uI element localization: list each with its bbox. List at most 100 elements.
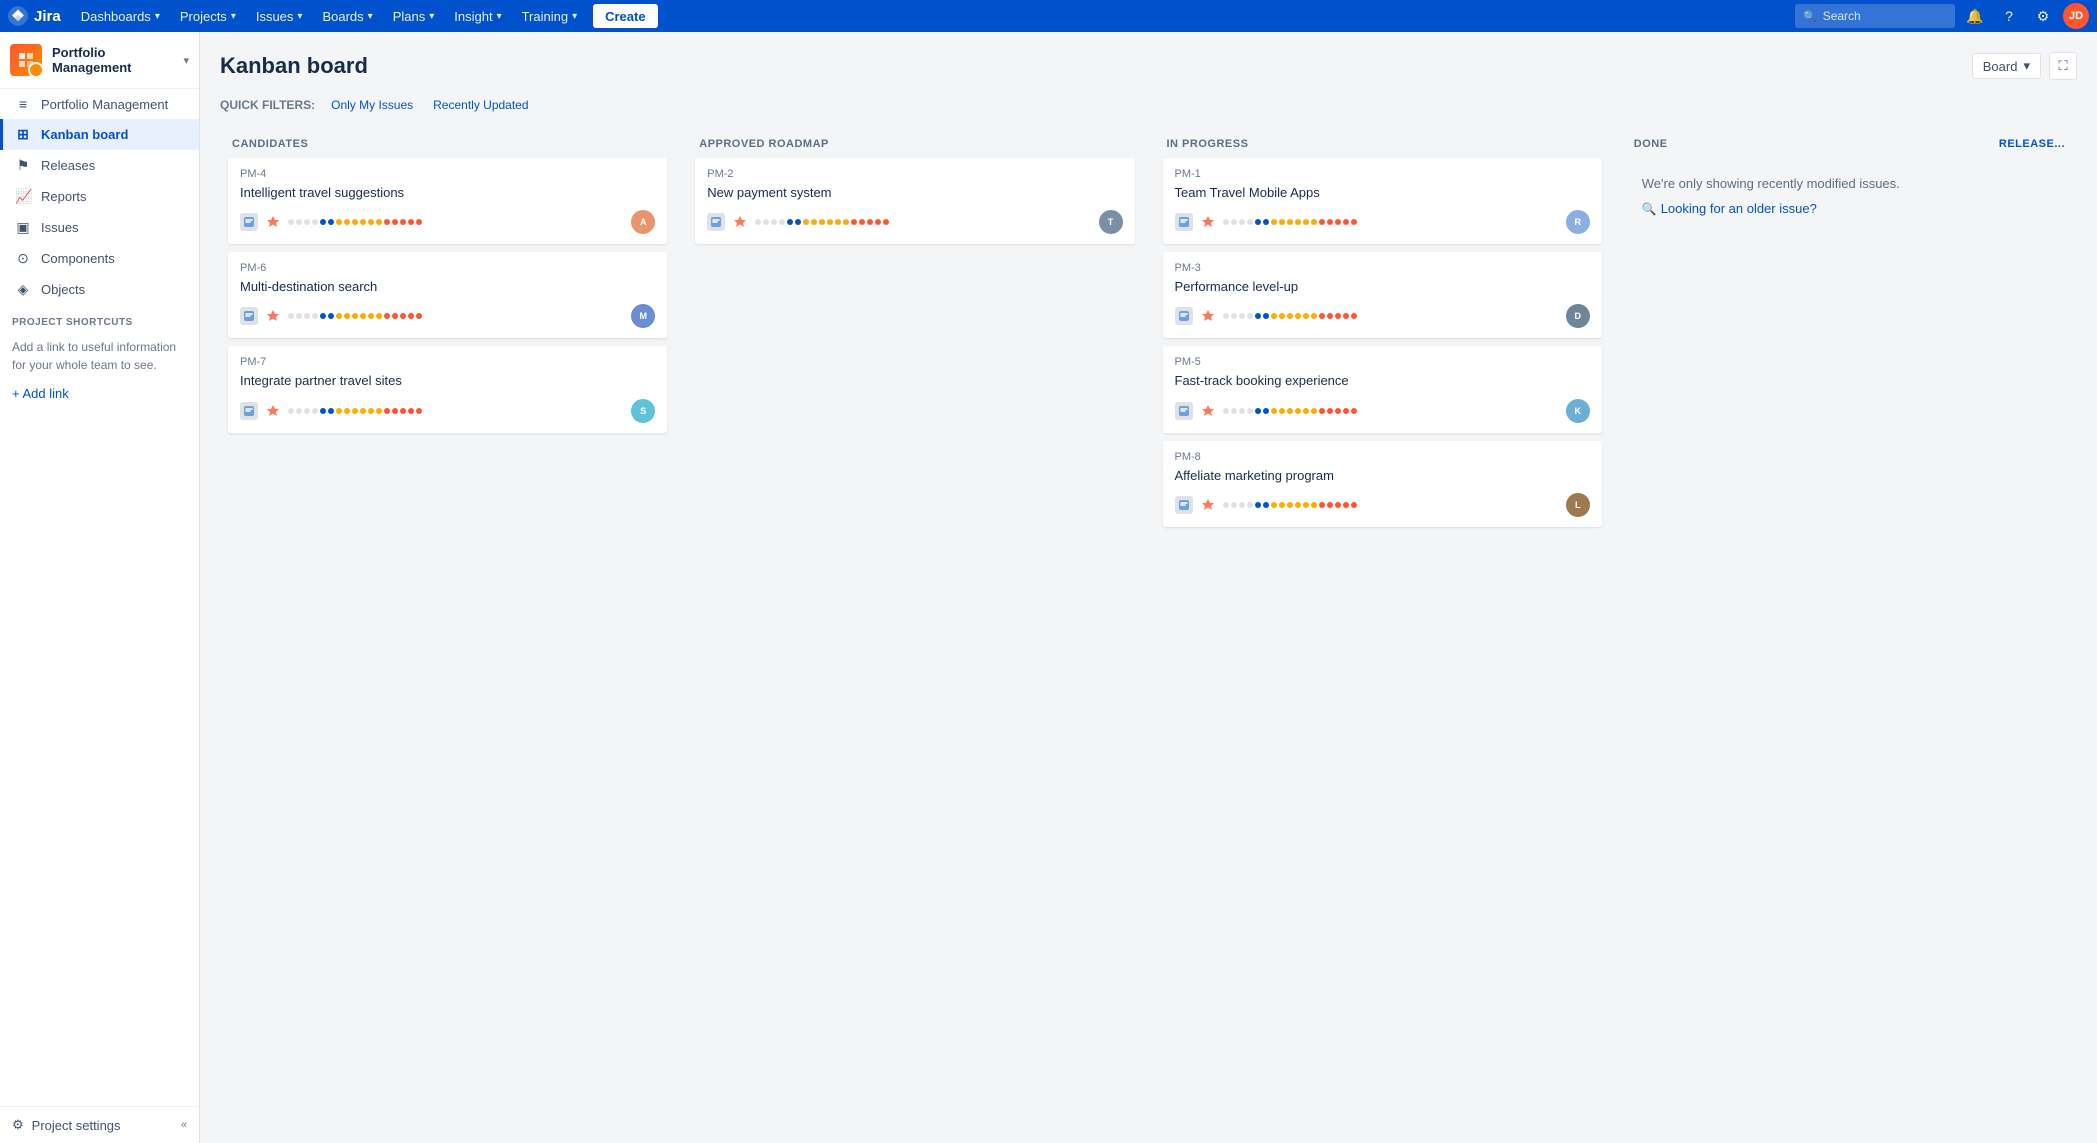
column-header-candidates: CANDIDATES — [220, 130, 675, 158]
card-id: PM-7 — [240, 356, 655, 368]
settings-icon: ⚙ — [12, 1117, 24, 1133]
card-avatar: L — [1566, 493, 1590, 517]
priority-icon — [264, 402, 282, 420]
kanban-card[interactable]: PM-8 Affeliate marketing program L — [1163, 441, 1602, 527]
card-meta — [1175, 402, 1217, 420]
card-id: PM-8 — [1175, 451, 1590, 463]
card-avatar: D — [1566, 304, 1590, 328]
release-link[interactable]: Release... — [1999, 138, 2065, 150]
sidebar-item-issues[interactable]: ▣ Issues — [0, 212, 199, 243]
quick-filters-label: QUICK FILTERS: — [220, 98, 315, 112]
topnav-insight[interactable]: Insight ▾ — [446, 0, 509, 32]
project-settings-button[interactable]: ⚙ Project settings « — [0, 1106, 199, 1143]
card-title: Fast-track booking experience — [1175, 372, 1590, 390]
collapse-icon: « — [181, 1119, 187, 1131]
column-body-in_progress: PM-1 Team Travel Mobile Apps R — [1155, 158, 1610, 535]
sidebar-item-components[interactable]: ⊙ Components — [0, 243, 199, 274]
card-id: PM-1 — [1175, 168, 1590, 180]
topnav-right: 🔍 Search 🔔 ? ⚙ JD — [1795, 2, 2089, 30]
card-avatar: T — [1099, 210, 1123, 234]
story-icon — [240, 402, 258, 420]
filter-only-my-issues[interactable]: Only My Issues — [327, 96, 417, 114]
card-meta — [240, 213, 282, 231]
kanban-card[interactable]: PM-5 Fast-track booking experience K — [1163, 346, 1602, 432]
sidebar-item-portfolio-management[interactable]: ≡ Portfolio Management — [0, 89, 199, 119]
card-meta — [707, 213, 749, 231]
page-header: Kanban board Board ▾ ⛶ — [220, 52, 2077, 80]
card-title: Multi-destination search — [240, 278, 655, 296]
fullscreen-button[interactable]: ⛶ — [2049, 52, 2077, 80]
sidebar-project-header[interactable]: Portfolio Management ▾ — [0, 32, 199, 89]
story-icon — [707, 213, 725, 231]
components-icon: ⊙ — [15, 250, 31, 267]
card-id: PM-4 — [240, 168, 655, 180]
help-button[interactable]: ? — [1995, 2, 2023, 30]
card-title: Integrate partner travel sites — [240, 372, 655, 390]
issues-icon: ▣ — [15, 219, 31, 236]
story-icon — [1175, 213, 1193, 231]
topnav-boards[interactable]: Boards ▾ — [314, 0, 380, 32]
topnav-projects[interactable]: Projects ▾ — [172, 0, 244, 32]
kanban-column-candidates: CANDIDATES PM-4 Intelligent travel sugge… — [220, 130, 675, 530]
board-icon: ⊞ — [15, 126, 31, 143]
kanban-card[interactable]: PM-3 Performance level-up D — [1163, 252, 1602, 338]
sidebar: Portfolio Management ▾ ≡ Portfolio Manag… — [0, 32, 200, 1143]
priority-icon — [1199, 213, 1217, 231]
quick-filters: QUICK FILTERS: Only My Issues Recently U… — [220, 96, 2077, 114]
project-chevron-icon: ▾ — [183, 54, 189, 67]
priority-icon — [1199, 307, 1217, 325]
card-avatar: A — [631, 210, 655, 234]
topnav-dashboards[interactable]: Dashboards ▾ — [73, 0, 168, 32]
filter-recently-updated[interactable]: Recently Updated — [429, 96, 532, 114]
story-icon — [1175, 307, 1193, 325]
column-header-approved_roadmap: APPROVED ROADMAP — [687, 130, 1142, 158]
kanban-card[interactable]: PM-7 Integrate partner travel sites S — [228, 346, 667, 432]
objects-icon: ◈ — [15, 281, 31, 298]
kanban-card[interactable]: PM-6 Multi-destination search M — [228, 252, 667, 338]
main-content: Kanban board Board ▾ ⛶ QUICK FILTERS: On… — [200, 32, 2097, 1143]
card-avatar: K — [1566, 399, 1590, 423]
card-id: PM-3 — [1175, 262, 1590, 274]
search-bar[interactable]: 🔍 Search — [1795, 4, 1955, 28]
card-footer: L — [1175, 493, 1590, 517]
notifications-button[interactable]: 🔔 — [1961, 2, 1989, 30]
topnav-logo-text: Jira — [34, 8, 61, 25]
chevron-down-icon: ▾ — [297, 11, 302, 22]
settings-button[interactable]: ⚙ — [2029, 2, 2057, 30]
add-link-button[interactable]: + Add link — [0, 380, 199, 407]
column-title: CANDIDATES — [232, 138, 308, 150]
topnav-issues[interactable]: Issues ▾ — [248, 0, 311, 32]
sidebar-item-objects[interactable]: ◈ Objects — [0, 274, 199, 305]
board-view-button[interactable]: Board ▾ — [1972, 53, 2041, 79]
sidebar-item-reports[interactable]: 📈 Reports — [0, 181, 199, 212]
priority-icon — [1199, 402, 1217, 420]
card-footer: S — [240, 399, 655, 423]
kanban-card[interactable]: PM-2 New payment system T — [695, 158, 1134, 244]
column-body-done: We're only showing recently modified iss… — [1622, 158, 2077, 244]
sidebar-item-releases[interactable]: ⚑ Releases — [0, 150, 199, 181]
card-meta — [240, 402, 282, 420]
reports-icon: 📈 — [15, 188, 31, 205]
done-message: We're only showing recently modified iss… — [1630, 158, 2069, 236]
older-issues-link[interactable]: 🔍 Looking for an older issue? — [1642, 199, 2057, 220]
topnav-plans[interactable]: Plans ▾ — [385, 0, 443, 32]
column-title: DONE — [1634, 138, 1668, 150]
sidebar-item-kanban-board[interactable]: ⊞ Kanban board — [0, 119, 199, 150]
priority-icon — [264, 307, 282, 325]
card-footer: A — [240, 210, 655, 234]
kanban-column-approved_roadmap: APPROVED ROADMAP PM-2 New payment system — [687, 130, 1142, 530]
card-title: New payment system — [707, 184, 1122, 202]
card-footer: D — [1175, 304, 1590, 328]
column-title: IN PROGRESS — [1167, 138, 1249, 150]
jira-logo[interactable]: Jira — [8, 6, 61, 26]
create-button[interactable]: Create — [593, 4, 657, 28]
topnav-training[interactable]: Training ▾ — [514, 0, 586, 32]
card-title: Affeliate marketing program — [1175, 467, 1590, 485]
user-avatar[interactable]: JD — [2063, 3, 2089, 29]
card-footer: M — [240, 304, 655, 328]
search-icon: 🔍 — [1803, 10, 1817, 23]
page-title: Kanban board — [220, 53, 368, 79]
column-header-done: DONE Release... — [1622, 130, 2077, 158]
kanban-card[interactable]: PM-4 Intelligent travel suggestions A — [228, 158, 667, 244]
kanban-card[interactable]: PM-1 Team Travel Mobile Apps R — [1163, 158, 1602, 244]
